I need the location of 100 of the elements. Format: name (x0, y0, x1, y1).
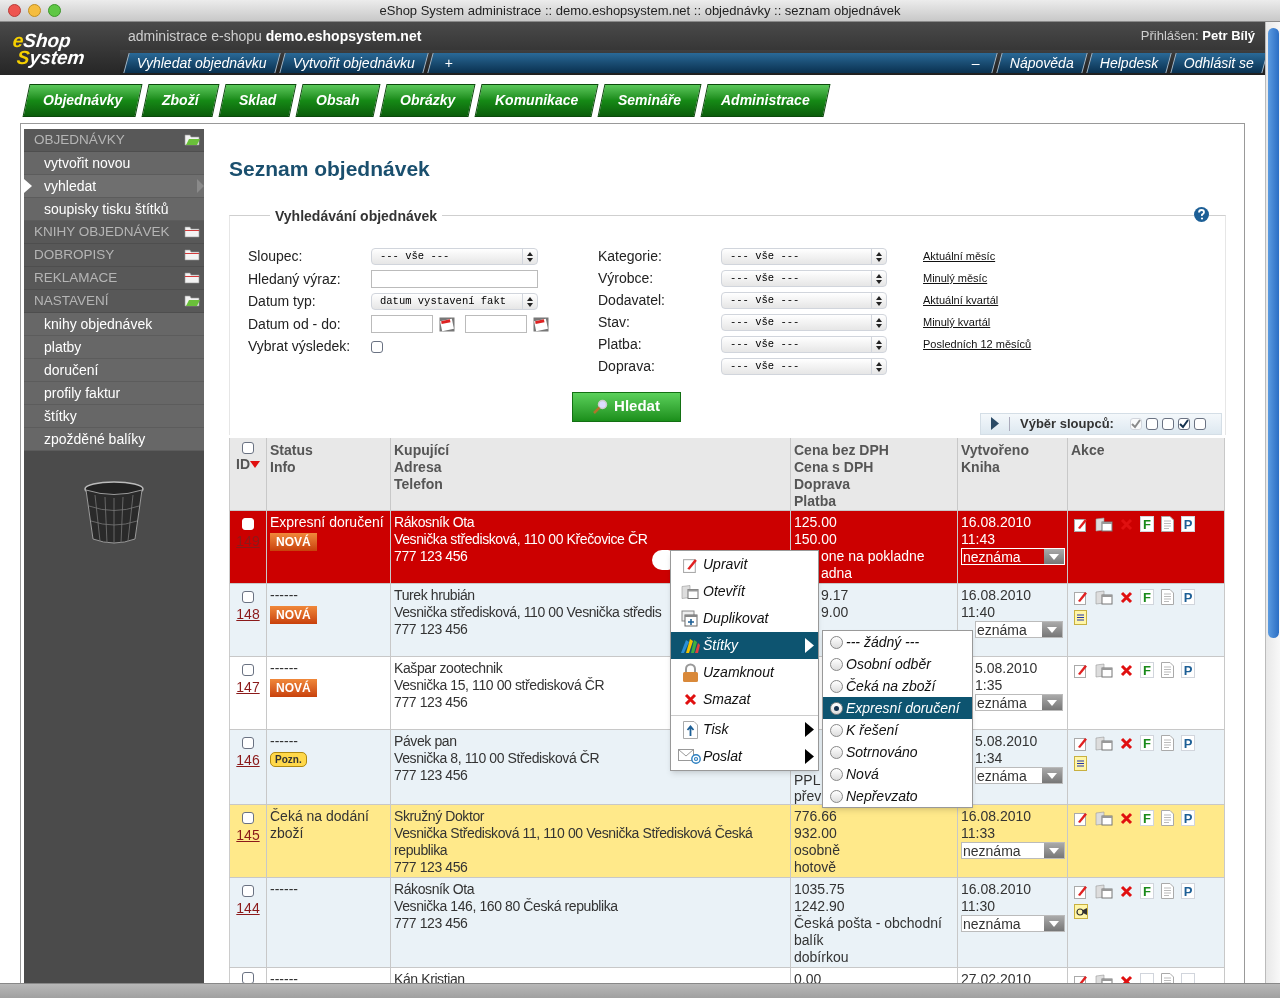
sidebar-section[interactable]: NASTAVENÍ (24, 290, 204, 313)
checkbox[interactable] (1161, 417, 1174, 430)
select-field[interactable]: --- vše --- (721, 292, 887, 309)
checkbox[interactable] (242, 812, 254, 824)
sidebar-item[interactable]: doručení (24, 359, 204, 382)
main-tab[interactable]: Zboží (141, 84, 220, 117)
checkbox[interactable] (1177, 417, 1190, 430)
help-icon[interactable] (1194, 206, 1209, 222)
edit-icon[interactable] (1074, 662, 1088, 678)
select-field[interactable]: --- vše --- (721, 358, 887, 375)
checkbox[interactable] (242, 737, 254, 749)
post-horn-icon[interactable] (1074, 904, 1088, 919)
order-id-link[interactable]: 146 (236, 752, 260, 769)
date-range-link[interactable]: Aktuální měsíc (923, 248, 996, 265)
submenu-option[interactable]: Sotrnováno (823, 741, 972, 763)
radio-button[interactable] (830, 745, 843, 759)
logo[interactable]: eShop System (0, 22, 123, 75)
delete-icon[interactable] (1120, 736, 1133, 750)
note-icon[interactable] (1074, 756, 1087, 771)
book-select[interactable]: eznáma (975, 694, 1063, 711)
book-select[interactable]: neznáma (961, 548, 1065, 565)
edit-icon[interactable] (1074, 516, 1088, 532)
window-icon[interactable] (1095, 735, 1113, 751)
note-bubble[interactable]: Pozn. (270, 752, 307, 767)
submenu-option[interactable]: K řešení (823, 719, 972, 741)
document-letter-icon[interactable]: P (1181, 883, 1195, 899)
edit-icon[interactable] (1074, 883, 1088, 899)
date-range-link[interactable]: Minulý měsíc (923, 270, 988, 287)
document-letter-icon[interactable]: F (1140, 589, 1154, 605)
date-field[interactable] (465, 315, 527, 334)
delete-icon[interactable] (1120, 590, 1133, 604)
menu-item[interactable]: Poslat (671, 743, 818, 770)
toolbar-link[interactable]: Vytvořit objednávku (279, 52, 429, 73)
submenu-option[interactable]: Nepřevzato (823, 785, 972, 807)
window-icon[interactable] (1095, 810, 1113, 826)
document-letter-icon[interactable]: P (1181, 589, 1195, 605)
menu-item[interactable]: Uzamknout (671, 659, 818, 686)
document-letter-icon[interactable]: P (1181, 810, 1195, 826)
select-field[interactable]: --- vše --- (371, 248, 538, 266)
scrollbar-thumb[interactable] (1267, 28, 1279, 638)
main-tab[interactable]: Administrace (700, 84, 831, 117)
date-range-link[interactable]: Posledních 12 měsíců (923, 336, 1032, 353)
book-select[interactable]: eznáma (975, 767, 1063, 784)
toolbar-link[interactable]: Odhlásit se (1170, 52, 1265, 73)
main-tab[interactable]: Semináře (597, 84, 702, 117)
sidebar-item[interactable]: štítky (24, 405, 204, 428)
document-letter-icon[interactable]: F (1140, 516, 1154, 532)
radio-button[interactable] (830, 723, 843, 737)
toolbar-link[interactable]: Helpdesk (1085, 52, 1172, 73)
edit-icon[interactable] (1074, 810, 1088, 826)
checkbox[interactable] (1193, 417, 1206, 430)
main-tab[interactable]: Sklad (218, 84, 297, 117)
order-id-link[interactable]: 147 (236, 679, 260, 696)
window-icon[interactable] (1095, 589, 1113, 605)
document-letter-icon[interactable]: P (1181, 516, 1195, 532)
sidebar-item[interactable]: soupisky tisku štítků (24, 198, 204, 221)
menu-item[interactable]: Štítky (671, 632, 818, 659)
sidebar-item[interactable]: platby (24, 336, 204, 359)
book-select[interactable]: eznáma (975, 621, 1063, 638)
expand-bar[interactable]: + – (427, 52, 998, 73)
window-icon[interactable] (1095, 662, 1113, 678)
select-field[interactable]: --- vše --- (721, 270, 887, 287)
radio-button[interactable] (830, 701, 843, 715)
calendar-icon[interactable] (533, 316, 549, 332)
trash-can-icon[interactable] (83, 481, 145, 545)
checkbox[interactable] (242, 441, 254, 454)
table-row[interactable]: 145 Čeká na dodání zboží Skružný Doktor Vesnička Středisková 11, 110 00 Vesnička Středisková Česká republika 777 123 456 776.66 932.00 osobně hotově 16.08.2010 11:33 neznáma F P (229, 804, 1225, 878)
radio-button[interactable] (830, 657, 843, 671)
date-range-link[interactable]: Aktuální kvartál (923, 292, 999, 309)
document-letter-icon[interactable]: P (1181, 662, 1195, 678)
order-id-link[interactable]: 144 (236, 900, 260, 917)
radio-button[interactable] (830, 789, 843, 803)
toolbar-link[interactable]: Vyhledat objednávku (123, 52, 281, 73)
document-letter-icon[interactable]: F (1140, 883, 1154, 899)
delete-icon[interactable] (1120, 811, 1133, 825)
select-field[interactable]: --- vše --- (721, 248, 887, 265)
submenu-option[interactable]: --- žádný --- (823, 631, 972, 653)
window-icon[interactable] (1095, 883, 1113, 899)
book-select[interactable]: neznáma (961, 842, 1065, 859)
select-field[interactable]: --- vše --- (721, 314, 887, 331)
calendar-icon[interactable] (439, 316, 455, 332)
menu-item[interactable]: Duplikovat (671, 605, 818, 632)
checkbox[interactable] (242, 591, 254, 603)
document-icon[interactable] (1161, 516, 1174, 532)
checkbox[interactable] (1145, 417, 1158, 430)
window-icon[interactable] (1095, 516, 1113, 532)
select-field[interactable]: --- vše --- (721, 336, 887, 353)
radio-button[interactable] (830, 635, 843, 649)
delete-icon[interactable] (1120, 663, 1133, 677)
main-tab[interactable]: Komunikace (474, 84, 599, 117)
delete-icon[interactable] (1120, 884, 1133, 898)
document-letter-icon[interactable]: F (1140, 735, 1154, 751)
checkbox[interactable] (242, 885, 254, 897)
submenu-option[interactable]: Expresní doručení (823, 697, 972, 719)
main-tab[interactable]: Objednávky (22, 84, 143, 117)
note-icon[interactable] (1074, 610, 1087, 625)
sidebar-item[interactable]: knihy objednávek (24, 313, 204, 336)
vertical-scrollbar[interactable] (1265, 22, 1280, 983)
book-select[interactable]: neznáma (961, 915, 1065, 932)
input-field[interactable] (371, 270, 538, 289)
